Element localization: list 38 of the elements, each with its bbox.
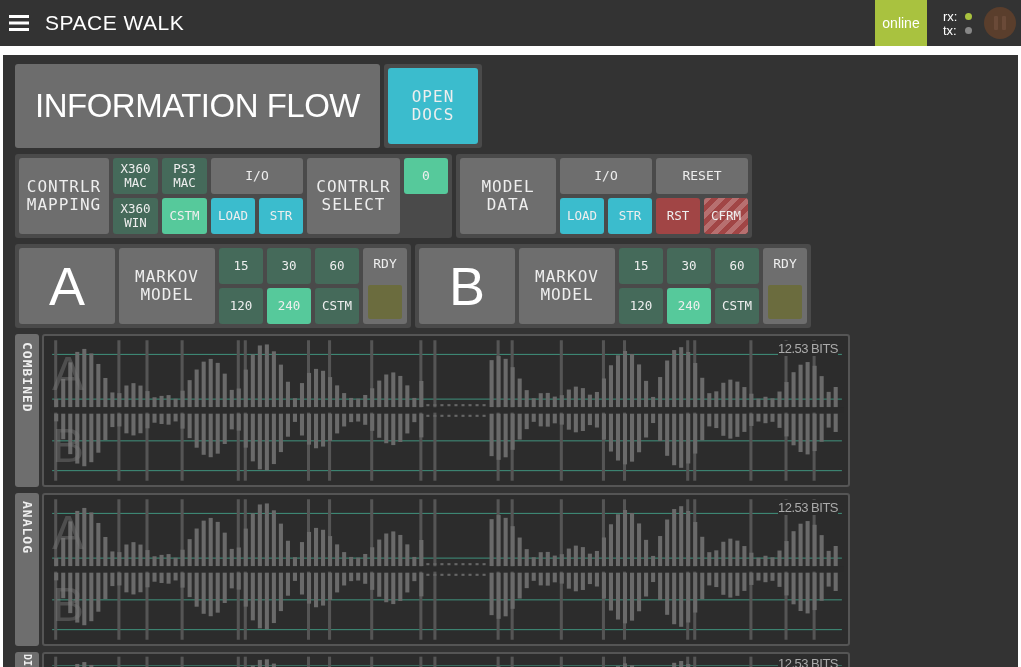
model-letter: B (419, 248, 515, 324)
order-button[interactable]: 120 (619, 288, 663, 324)
chart-tab[interactable]: COMBINED (15, 334, 39, 487)
order-button[interactable]: 120 (219, 288, 263, 324)
signal-label: tx: (943, 22, 958, 38)
markov-button[interactable]: MARKOV MODEL (119, 248, 215, 324)
signal-label: rx: (943, 8, 959, 24)
select-button[interactable]: CONTRLR SELECT (307, 158, 400, 234)
io-button[interactable]: RESET (656, 158, 748, 194)
bits-label: 12.53 BITS (777, 500, 838, 515)
order-button[interactable]: 30 (267, 248, 311, 284)
order-button[interactable]: 60 (715, 248, 759, 284)
markov-button[interactable]: MARKOV MODEL (519, 248, 615, 324)
app-title: SPACE WALK (45, 11, 185, 35)
io-button[interactable]: I/O (560, 158, 652, 194)
status-badge: online (875, 0, 927, 46)
preset-button[interactable]: PS3 MAC (162, 158, 207, 194)
section-title: INFORMATION FLOW (15, 64, 380, 148)
order-button[interactable]: 30 (667, 248, 711, 284)
chart-tab[interactable]: DI (15, 652, 39, 667)
order-button[interactable]: 60 (315, 248, 359, 284)
model-letter: A (19, 248, 115, 324)
order-button[interactable]: 15 (619, 248, 663, 284)
order-button[interactable]: CSTM (315, 288, 359, 324)
order-button[interactable]: CSTM (715, 288, 759, 324)
ready-label: RDY (373, 256, 397, 271)
model-data-button[interactable]: MODEL DATA (460, 158, 556, 234)
bits-label: 12.53 BITS (777, 341, 838, 356)
order-button[interactable]: 15 (219, 248, 263, 284)
preset-button[interactable]: X360 WIN (113, 198, 158, 234)
rst-button[interactable]: RST (656, 198, 700, 234)
mapping-button[interactable]: CONTRLR MAPPING (19, 158, 109, 234)
ready-label: RDY (773, 256, 797, 271)
menu-icon[interactable] (9, 15, 29, 31)
confirm-button[interactable]: CFRM (704, 198, 748, 234)
io-button[interactable]: I/O (211, 158, 303, 194)
preset-button[interactable]: X360 MAC (113, 158, 158, 194)
chart-tab[interactable]: ANALOG (15, 493, 39, 646)
